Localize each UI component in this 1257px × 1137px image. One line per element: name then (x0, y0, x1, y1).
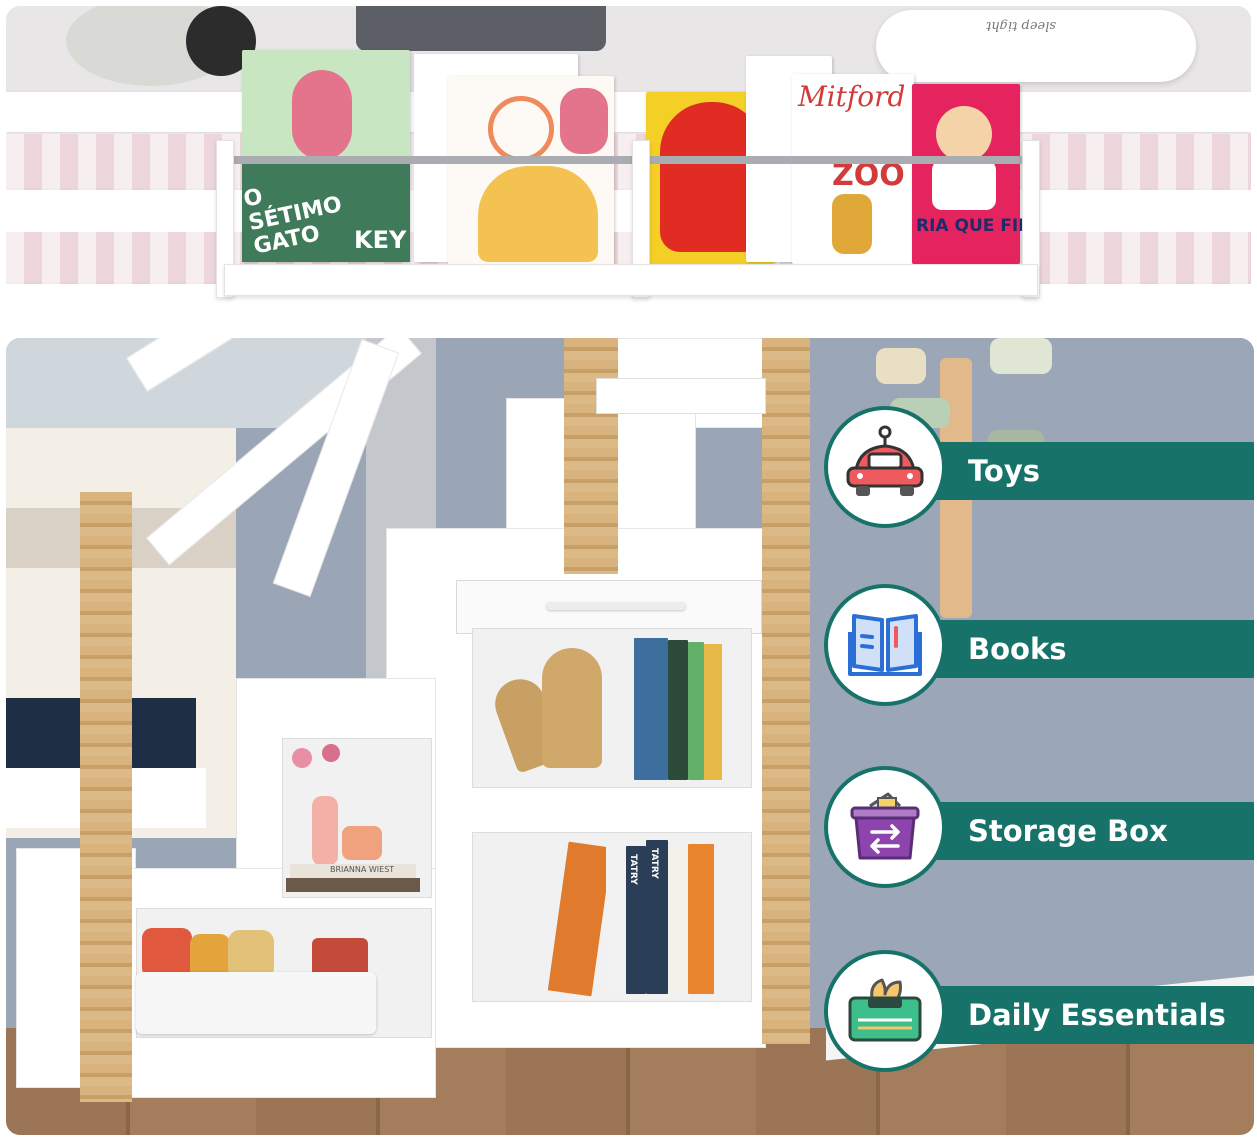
feature-books: Books (824, 584, 1254, 714)
tissue-box-icon (848, 978, 922, 1042)
book-cover: Mitford ZOO (792, 74, 914, 264)
feature-icon-circle (824, 584, 946, 706)
bed-guard-rail-lower (6, 190, 1251, 232)
book-spine (634, 638, 668, 780)
book-spine: TATRY (646, 840, 668, 994)
rack-rod (228, 156, 1028, 164)
book-title: Mitford (798, 80, 906, 113)
storage-box-icon (850, 792, 920, 860)
storage-basket (136, 972, 376, 1034)
book-spine (606, 842, 626, 994)
wood-post-middle (564, 338, 618, 574)
wood-post-right (762, 338, 810, 1044)
wood-post-left (80, 492, 132, 1102)
feature-label: Books (968, 632, 1067, 666)
cubby-upper-right (472, 628, 752, 788)
book-spine (688, 844, 714, 994)
feature-icon-circle (824, 950, 946, 1072)
elephant-figurine (542, 648, 602, 768)
drawer-handle (546, 602, 686, 610)
pillow: sleep tight (876, 10, 1196, 82)
hanger-leaf (990, 338, 1052, 374)
feature-label: Storage Box (968, 814, 1168, 848)
blanket (356, 6, 606, 51)
feature-icon-circle (824, 406, 946, 528)
book-spine: TATRY (626, 846, 646, 994)
book-spine (547, 841, 613, 997)
book-cover (448, 76, 614, 266)
bed-bookshelf-photo: sleep tight O SÉTIMO GATO KEY Mitford ZO… (6, 6, 1251, 320)
feature-label: Toys (968, 454, 1041, 488)
crossbar (596, 378, 766, 414)
hanger-leaf (876, 348, 926, 384)
cubby-middle: BRIANNA WIEST (282, 738, 432, 898)
bed-guard-rail (6, 92, 1251, 132)
decor-cube (342, 826, 382, 860)
flower (292, 748, 312, 768)
feature-label: Daily Essentials (968, 998, 1226, 1032)
feature-storage-box: Storage Box (824, 766, 1254, 896)
vase (312, 796, 338, 866)
book-title: KEY (354, 226, 407, 254)
flower (322, 744, 340, 762)
toy-car-icon (846, 425, 924, 496)
book-spine (704, 644, 722, 780)
cubby-bottom (136, 908, 432, 1038)
pillow-text: sleep tight (986, 18, 1056, 33)
feature-daily-essentials: Daily Essentials (824, 950, 1254, 1080)
book-spine (668, 640, 688, 780)
cubby-lower-right: TATRY TATRY (472, 832, 752, 1002)
shelf-book (286, 878, 420, 892)
book-cover: RIA QUE FIM. (912, 84, 1042, 264)
shelf-book: BRIANNA WIEST (290, 864, 416, 878)
snack (142, 928, 192, 978)
spine-text: TATRY (649, 848, 659, 879)
feature-toys: Toys (824, 406, 1254, 536)
book-spine (668, 848, 688, 994)
book-icon (848, 614, 922, 676)
feature-icon-circle (824, 766, 946, 888)
spine-text: TATRY (628, 854, 638, 885)
book-spine (688, 642, 704, 780)
shelf-book-title: BRIANNA WIEST (330, 865, 395, 874)
rack-bottom-lip (224, 264, 1038, 296)
